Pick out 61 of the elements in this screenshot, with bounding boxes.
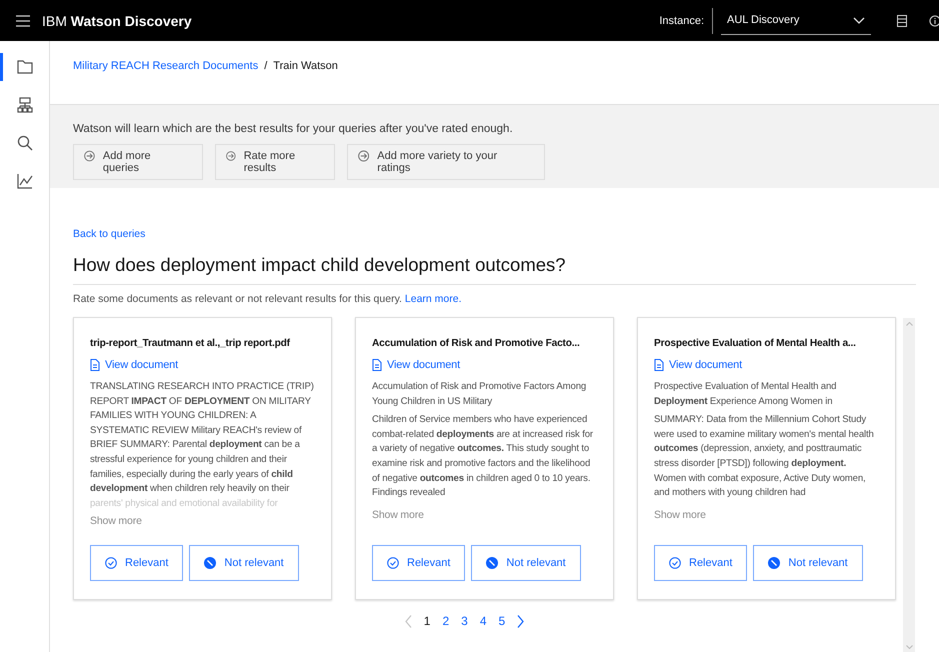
document-icon xyxy=(372,359,382,371)
learn-more-link[interactable]: Learn more. xyxy=(404,293,462,305)
block-icon xyxy=(204,557,216,570)
query-heading: How does deployment impact child development outcomes? xyxy=(73,254,916,285)
suggestion-button[interactable]: Add more queries xyxy=(73,144,203,180)
view-document-link[interactable]: View document xyxy=(654,359,742,371)
suggestion-button[interactable]: Rate more results xyxy=(215,144,335,180)
excerpt-text: TRANSLATING RESEARCH INTO PRACTICE (TRIP) REPORT IMPACT OF DEPLOYMENT ON MILITARY FAMILIES WITH YOUNG CHILDREN: A SYSTEMATIC REVIEW Military REACH's review of BRIEF SUMMARY: Parental deployment can be a stressful experience for young children and their families, especially during the early years of child development when children rely heavily on their xyxy=(90,380,315,496)
line-chart-icon[interactable] xyxy=(16,173,32,189)
back-link[interactable]: Back to queries xyxy=(73,228,146,240)
breadcrumb-link[interactable]: Military REACH Research Documents xyxy=(73,60,258,104)
page-number[interactable]: 5 xyxy=(498,614,506,628)
faded-excerpt-text: parents' physical and emotional availability for xyxy=(90,496,279,511)
info-icon[interactable] xyxy=(929,14,939,26)
excerpt-text: SUMMARY: Data from the Millennium Cohort Study were used to examine military women's mental health outcomes (depression, anxiety, and posttraumatic stress disorder [PTSD]) following deployment. Women with combat exposure, Active Duty women, and mothers with young children had xyxy=(654,413,875,500)
instructions-text: Rate some documents as relevant or not relevant results for this query. Learn more. xyxy=(73,293,463,305)
breadcrumb-separator: / xyxy=(264,60,268,74)
check-circle-icon xyxy=(387,557,399,570)
excerpt-text: Children of Service members who have experienced combat-related deployments are at increased risk for a variety of negative outcomes. This study sought to examine risk and promotive factors and the likelihood of negative outcomes in children aged 0 to 10 years. Findings revealed xyxy=(372,413,594,500)
show-more-link[interactable]: Show more xyxy=(90,515,142,528)
arrow-circle-icon xyxy=(226,150,236,162)
page-number[interactable]: 3 xyxy=(461,614,468,628)
check-circle-icon xyxy=(669,557,681,570)
arrow-circle-icon xyxy=(84,150,95,162)
relevant-button[interactable]: Relevant xyxy=(654,545,748,582)
page-number[interactable]: 4 xyxy=(480,614,487,628)
card-title: Prospective Evaluation of Mental Health a... xyxy=(654,337,857,351)
block-icon xyxy=(486,557,498,570)
relevant-button[interactable]: Relevant xyxy=(372,545,466,582)
check-circle-icon xyxy=(105,557,117,570)
not-relevant-button[interactable]: Not relevant xyxy=(189,545,299,582)
view-document-link[interactable]: View document xyxy=(372,359,460,371)
show-more-link[interactable]: Show more xyxy=(372,508,424,521)
instance-dropdown[interactable]: AUL Discovery xyxy=(721,6,871,34)
block-icon xyxy=(768,557,780,570)
breadcrumb-current: Train Watson xyxy=(273,60,338,74)
panel-icon[interactable] xyxy=(897,14,907,26)
excerpt-text: Prospective Evaluation of Mental Health and Deployment Experience Among Women in xyxy=(654,380,838,409)
arrow-circle-icon xyxy=(358,150,370,162)
card-title: trip-report_Trautmann et al.,_trip report.pdf xyxy=(90,337,291,351)
page-number[interactable]: 1 xyxy=(424,614,430,628)
document-icon xyxy=(654,359,664,371)
hierarchy-icon[interactable] xyxy=(16,97,32,113)
app-title: IBM Watson Discovery xyxy=(42,12,192,28)
instance-label: Instance: xyxy=(659,8,713,34)
menu-icon[interactable] xyxy=(16,14,30,26)
banner-text: Watson will learn which are the best results for your queries after you've rated enough. xyxy=(73,123,514,135)
search-icon[interactable] xyxy=(16,135,32,151)
not-relevant-button[interactable]: Not relevant xyxy=(753,545,863,582)
suggestion-button[interactable]: Add more variety to your ratings xyxy=(347,144,545,180)
not-relevant-button[interactable]: Not relevant xyxy=(471,545,581,582)
chevron-icon xyxy=(853,16,865,24)
folder-icon[interactable] xyxy=(16,60,32,74)
excerpt-text: Accumulation of Risk and Promotive Factors Among Young Children in US Military xyxy=(372,380,588,409)
view-document-link[interactable]: View document xyxy=(90,359,178,371)
show-more-link[interactable]: Show more xyxy=(654,508,706,521)
page-number[interactable]: 2 xyxy=(442,614,450,628)
document-icon xyxy=(90,359,100,371)
next-page-icon[interactable] xyxy=(517,614,524,628)
card-title: Accumulation of Risk and Promotive Facto... xyxy=(372,337,581,351)
relevant-button[interactable]: Relevant xyxy=(90,545,184,582)
